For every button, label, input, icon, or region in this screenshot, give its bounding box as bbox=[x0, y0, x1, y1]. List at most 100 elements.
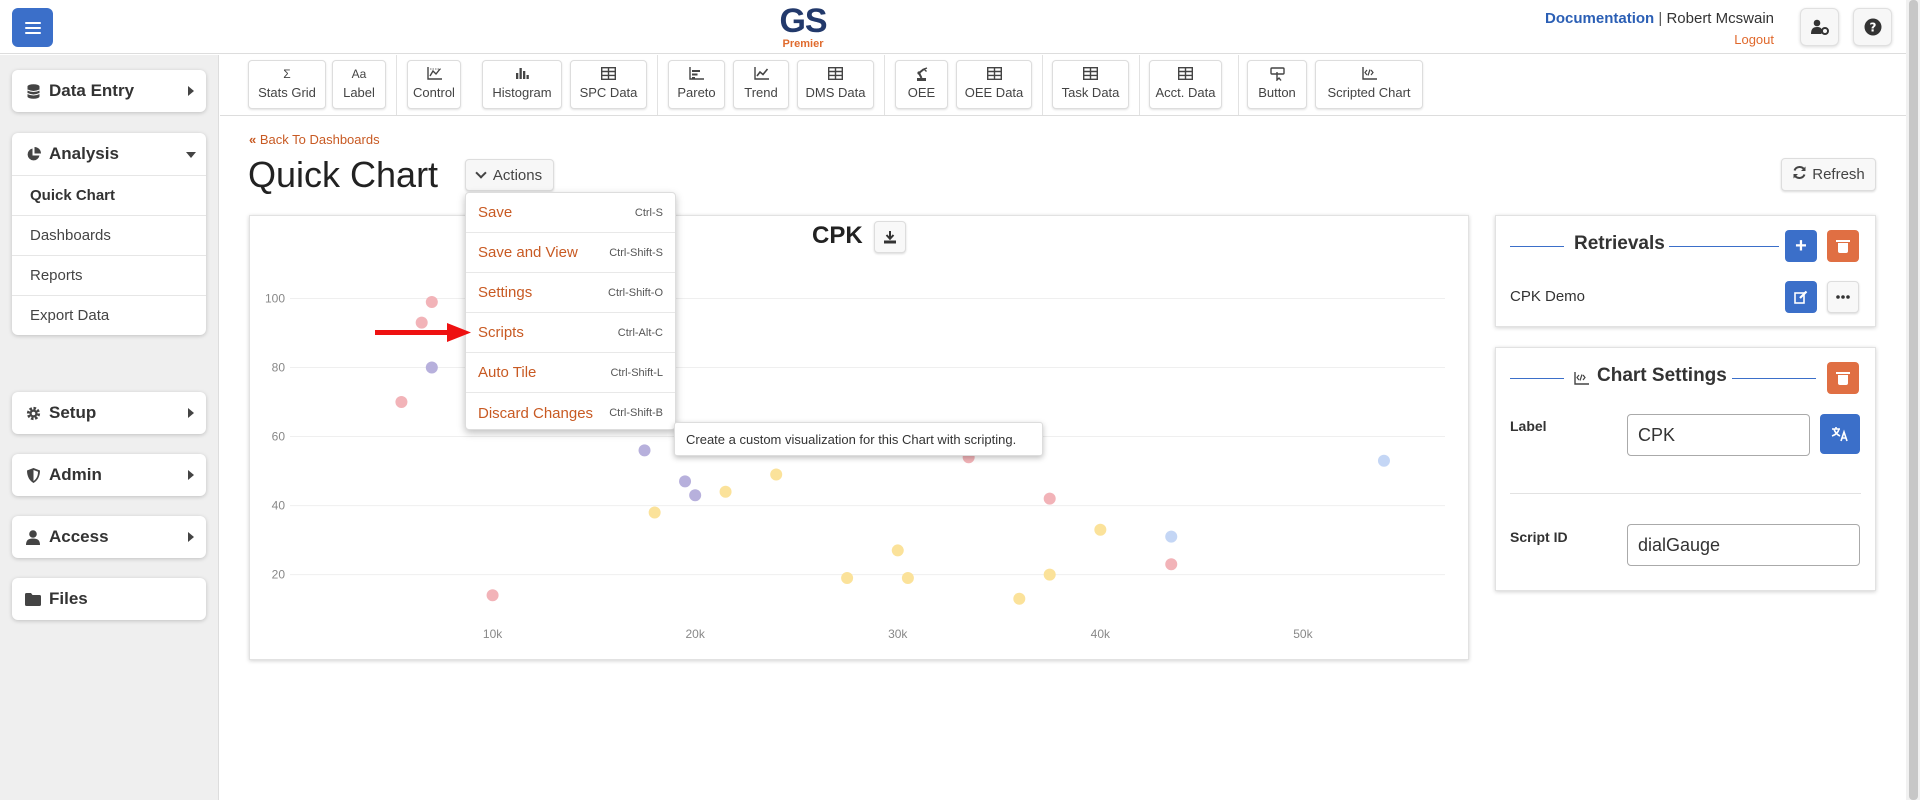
caret-right-icon bbox=[188, 532, 194, 542]
sidebar-section-files[interactable]: Files bbox=[12, 578, 206, 620]
toolbar-label-button[interactable]: Aa Label bbox=[332, 60, 386, 109]
scatter-point bbox=[1165, 530, 1178, 543]
menu-item-label: Scripts bbox=[478, 324, 524, 341]
translate-button[interactable] bbox=[1820, 414, 1860, 454]
delete-chart-settings-button[interactable] bbox=[1827, 362, 1859, 394]
folder-icon bbox=[24, 592, 42, 606]
menu-item-shortcut: Ctrl-S bbox=[634, 206, 663, 219]
user-settings-button[interactable] bbox=[1800, 8, 1839, 46]
scatter-point bbox=[425, 361, 438, 374]
sidebar-header-data-entry[interactable]: Data Entry bbox=[12, 70, 206, 112]
x-tick-label: 10k bbox=[483, 627, 503, 641]
svg-text:?: ? bbox=[1869, 21, 1876, 35]
toolbar-oee-data-button[interactable]: OEE Data bbox=[956, 60, 1032, 109]
label-input[interactable] bbox=[1627, 414, 1810, 456]
menu-item-label: Settings bbox=[478, 284, 533, 301]
sidebar-header-setup[interactable]: Setup bbox=[12, 392, 206, 434]
menu-item-save[interactable]: Save Ctrl-S bbox=[466, 193, 675, 233]
sidebar-item-reports[interactable]: Reports bbox=[12, 255, 206, 295]
toolbar-histogram-button[interactable]: Histogram bbox=[482, 60, 562, 109]
logout-link[interactable]: Logout bbox=[1545, 32, 1774, 47]
back-link-label: Back To Dashboards bbox=[259, 132, 380, 147]
sidebar-section-analysis[interactable]: Analysis Quick Chart Dashboards Reports … bbox=[12, 133, 206, 335]
sidebar-header-analysis[interactable]: Analysis bbox=[12, 133, 206, 175]
y-tick-label: 80 bbox=[272, 361, 286, 375]
label-caption: Label bbox=[1510, 418, 1547, 434]
plus-icon: + bbox=[1795, 234, 1807, 257]
toolbar-oee-button[interactable]: OEE bbox=[895, 60, 948, 109]
menu-toggle-button[interactable] bbox=[12, 8, 53, 47]
toolbar-separator bbox=[396, 55, 397, 115]
menu-item-scripts[interactable]: Scripts Ctrl-Alt-C bbox=[466, 313, 675, 353]
menu-item-shortcut: Ctrl-Shift-B bbox=[609, 407, 663, 419]
sidebar-header-files[interactable]: Files bbox=[12, 578, 206, 620]
user-name: Robert Mcswain bbox=[1666, 10, 1774, 27]
app-logo[interactable]: GS Premier bbox=[776, 3, 830, 50]
toolbar-trend-button[interactable]: Trend bbox=[733, 60, 789, 109]
toolbar-acct-data-button[interactable]: Acct. Data bbox=[1149, 60, 1222, 109]
delete-retrievals-button[interactable] bbox=[1827, 230, 1859, 262]
scatter-point bbox=[1043, 568, 1056, 581]
toolbar-button-label: OEE Data bbox=[964, 85, 1024, 100]
sidebar-item-dashboards[interactable]: Dashboards bbox=[12, 215, 206, 255]
toolbar-button-label: SPC Data bbox=[579, 85, 638, 100]
sigma-icon: Σ bbox=[283, 67, 291, 81]
scripted-chart-icon bbox=[1574, 372, 1589, 385]
menu-item-label: Auto Tile bbox=[478, 364, 537, 381]
sidebar-header-access[interactable]: Access bbox=[12, 516, 206, 558]
header-rule bbox=[1510, 378, 1564, 379]
menu-item-auto-tile[interactable]: Auto Tile Ctrl-Shift-L bbox=[466, 353, 675, 393]
sidebar-item-export-data[interactable]: Export Data bbox=[12, 295, 206, 335]
database-icon bbox=[24, 83, 42, 99]
sidebar-header-admin[interactable]: Admin bbox=[12, 454, 206, 496]
help-button[interactable]: ? bbox=[1853, 8, 1892, 46]
chart-settings-panel: Chart Settings Label Script ID bbox=[1495, 347, 1876, 591]
retrieval-more-button[interactable] bbox=[1827, 281, 1859, 313]
refresh-button[interactable]: Refresh bbox=[1781, 158, 1876, 191]
sidebar-item-quick-chart[interactable]: Quick Chart bbox=[12, 175, 206, 215]
x-tick-label: 50k bbox=[1293, 627, 1313, 641]
toolbar-dms-data-button[interactable]: DMS Data bbox=[797, 60, 874, 109]
edit-retrieval-button[interactable] bbox=[1785, 281, 1817, 313]
gear-icon bbox=[24, 406, 42, 421]
sidebar-section-data-entry[interactable]: Data Entry bbox=[12, 70, 206, 112]
scrollbar-thumb[interactable] bbox=[1909, 0, 1918, 800]
menu-item-discard-changes[interactable]: Discard Changes Ctrl-Shift-B bbox=[466, 393, 675, 433]
toolbar-button-label: Acct. Data bbox=[1155, 85, 1216, 100]
menu-item-save-and-view[interactable]: Save and View Ctrl-Shift-S bbox=[466, 233, 675, 273]
toolbar-task-data-button[interactable]: Task Data bbox=[1052, 60, 1129, 109]
toolbar-spc-data-button[interactable]: SPC Data bbox=[570, 60, 647, 109]
sidebar-section-setup[interactable]: Setup bbox=[12, 392, 206, 434]
chart-settings-title: Chart Settings bbox=[1597, 365, 1727, 386]
top-header: GS Premier Documentation | Robert Mcswai… bbox=[0, 0, 1906, 54]
toolbar-button-widget-button[interactable]: Button bbox=[1247, 60, 1307, 109]
table-icon bbox=[1053, 66, 1128, 83]
retrievals-panel: Retrievals + CPK Demo bbox=[1495, 215, 1876, 327]
toolbar-separator bbox=[884, 55, 885, 115]
x-tick-label: 40k bbox=[1091, 627, 1111, 641]
toolbar-pareto-button[interactable]: Pareto bbox=[668, 60, 725, 109]
table-icon bbox=[798, 66, 873, 83]
hamburger-icon bbox=[24, 21, 41, 34]
scatter-point bbox=[1377, 454, 1390, 467]
download-chart-button[interactable] bbox=[874, 221, 906, 253]
control-chart-icon bbox=[408, 67, 460, 83]
scatter-point bbox=[901, 572, 914, 585]
add-retrieval-button[interactable]: + bbox=[1785, 230, 1817, 262]
toolbar-control-button[interactable]: Control bbox=[407, 60, 461, 109]
sidebar-section-admin[interactable]: Admin bbox=[12, 454, 206, 496]
actions-dropdown-button[interactable]: Actions bbox=[465, 159, 554, 191]
sidebar-section-access[interactable]: Access bbox=[12, 516, 206, 558]
scatter-point bbox=[1013, 592, 1026, 605]
menu-item-settings[interactable]: Settings Ctrl-Shift-O bbox=[466, 273, 675, 313]
pareto-icon bbox=[669, 67, 724, 83]
toolbar-stats-grid-button[interactable]: Σ Stats Grid bbox=[248, 60, 326, 109]
script-id-input[interactable] bbox=[1627, 524, 1860, 566]
toolbar-button-label: Control bbox=[413, 85, 455, 100]
caret-down-icon bbox=[186, 152, 196, 158]
documentation-link[interactable]: Documentation bbox=[1545, 10, 1654, 27]
scatter-point bbox=[1165, 558, 1178, 571]
robot-arm-icon bbox=[896, 67, 947, 83]
toolbar-scripted-chart-button[interactable]: Scripted Chart bbox=[1315, 60, 1423, 109]
back-to-dashboards-link[interactable]: « Back To Dashboards bbox=[249, 132, 380, 147]
